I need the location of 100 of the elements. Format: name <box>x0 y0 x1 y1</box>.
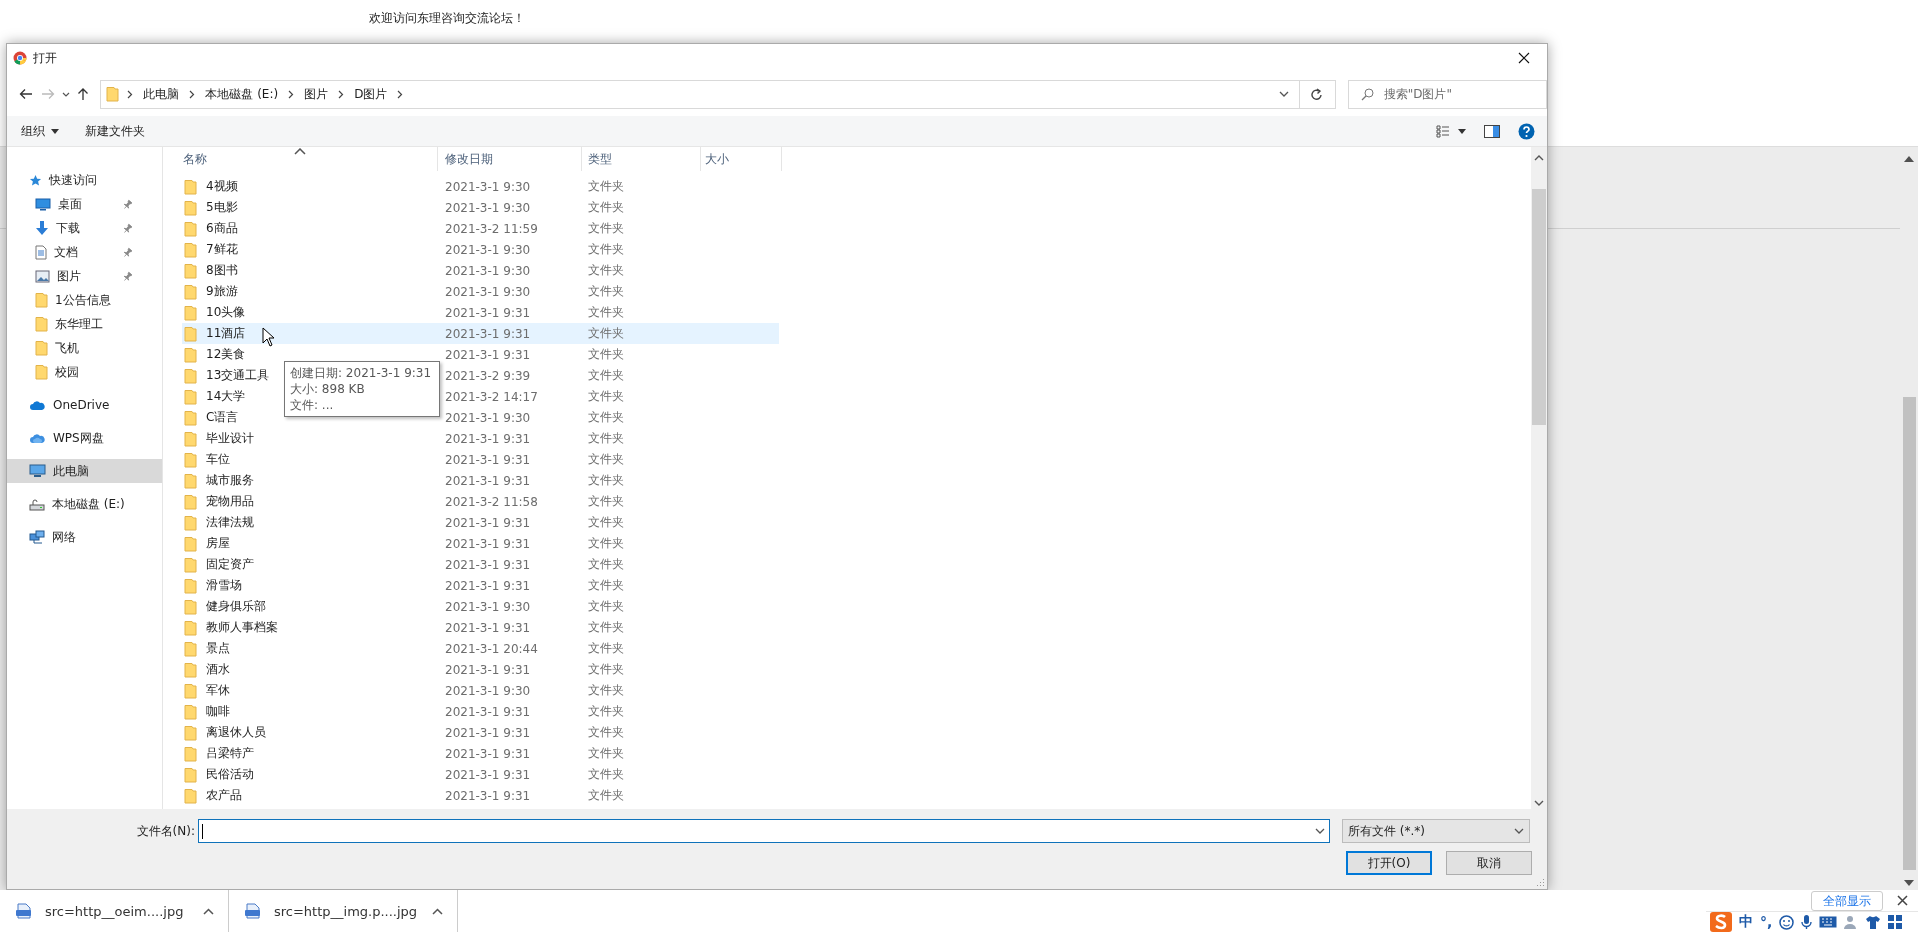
download-item[interactable]: src=http__img.p....jpg <box>229 890 458 932</box>
pin-icon <box>122 247 132 257</box>
modified-date: 2021-3-1 9:31 <box>444 746 532 761</box>
file-type: 文件夹 <box>587 472 625 489</box>
keyboard-icon[interactable] <box>1819 916 1838 928</box>
folder-icon <box>184 661 197 678</box>
column-header[interactable]: 修改日期 <box>438 147 582 171</box>
sidebar-item[interactable]: 东华理工 <box>7 312 162 336</box>
hovered-file-row[interactable]: 11酒店 2021-3-1 9:31 文件夹 <box>182 323 779 344</box>
help-button[interactable] <box>1518 122 1535 140</box>
modified-date: 2021-3-2 11:58 <box>444 494 539 509</box>
modified-date: 2021-3-1 9:30 <box>444 599 532 614</box>
caret-up-icon[interactable] <box>203 907 214 915</box>
sidebar-item[interactable]: 飞机 <box>7 336 162 360</box>
column-header[interactable]: 名称 <box>163 147 438 171</box>
toolbar-button[interactable]: 新建文件夹 <box>85 122 145 140</box>
preview-pane-button[interactable] <box>1484 124 1500 138</box>
folder-icon <box>184 640 197 657</box>
scrollbar-thumb[interactable] <box>1903 397 1916 870</box>
filename-field[interactable] <box>198 819 1330 843</box>
download-item[interactable]: src=http__oeim....jpg <box>0 890 229 932</box>
modified-date: 2021-3-1 9:31 <box>444 515 532 530</box>
shirt-icon[interactable] <box>1865 914 1882 930</box>
modified-date: 2021-3-1 9:31 <box>444 326 532 341</box>
chevron-icon <box>288 89 295 99</box>
sidebar-item[interactable]: 图片 <box>7 264 162 288</box>
scrollbar-thumb[interactable] <box>1532 189 1546 425</box>
sidebar-item[interactable]: 校园 <box>7 360 162 384</box>
sidebar-item[interactable]: 桌面 <box>7 192 162 216</box>
folder-icon <box>35 340 48 356</box>
document-icon <box>35 244 47 260</box>
ime-mode-toggle[interactable]: 中 <box>1739 913 1753 931</box>
sidebar-item[interactable]: 1公告信息 <box>7 288 162 312</box>
breadcrumb-item[interactable]: D图片 <box>352 85 390 103</box>
address-bar[interactable]: 此电脑 本地磁盘 (E:) 图片 D图片 <box>100 79 1300 109</box>
caret-up-icon[interactable] <box>432 907 443 915</box>
breadcrumb-item[interactable]: 图片 <box>302 85 331 103</box>
modified-date: 2021-3-1 9:31 <box>444 347 532 362</box>
sidebar-item[interactable]: 快速访问 <box>7 168 162 192</box>
file-name: 13交通工具 <box>206 367 270 384</box>
close-icon[interactable] <box>1897 895 1908 906</box>
chevron-icon <box>338 89 345 99</box>
sidebar-item[interactable]: 下载 <box>7 216 162 240</box>
view-options-button[interactable] <box>1436 124 1466 138</box>
resize-grip-icon[interactable] <box>1535 877 1545 887</box>
file-type: 文件夹 <box>587 493 625 510</box>
file-name: 11酒店 <box>206 325 246 342</box>
refresh-button[interactable] <box>1299 79 1336 109</box>
file-type: 文件夹 <box>587 262 625 279</box>
scroll-down-icon[interactable] <box>1904 880 1914 886</box>
show-all-button[interactable]: 全部显示 <box>1811 891 1883 911</box>
folder-icon <box>184 724 197 741</box>
scroll-up-icon[interactable] <box>1904 156 1914 162</box>
modified-date: 2021-3-2 14:17 <box>444 389 539 404</box>
file-type: 文件夹 <box>587 745 625 762</box>
chevron-down-icon <box>61 91 70 97</box>
file-name: 离退休人员 <box>206 724 266 741</box>
sidebar-item[interactable]: 本地磁盘 (E:) <box>7 492 162 516</box>
folder-icon <box>35 364 48 380</box>
file-name: 5电影 <box>206 199 238 216</box>
chevron-icon <box>397 89 404 99</box>
open-button[interactable]: 打开(O) <box>1346 851 1432 875</box>
scroll-up-icon[interactable] <box>1534 155 1544 161</box>
smiley-icon[interactable] <box>1779 914 1795 930</box>
column-header[interactable]: 类型 <box>582 147 701 171</box>
list-scrollbar[interactable] <box>1531 147 1547 809</box>
breadcrumb-item[interactable]: 此电脑 <box>141 85 182 103</box>
caret-icon <box>294 148 306 155</box>
ime-logo-icon[interactable] <box>1710 912 1732 932</box>
microphone-icon[interactable] <box>1801 914 1813 930</box>
folder-icon <box>184 241 197 258</box>
file-name: 9旅游 <box>206 283 238 300</box>
folder-icon <box>184 535 197 552</box>
modified-date: 2021-3-1 9:30 <box>444 179 532 194</box>
sidebar-item[interactable]: OneDrive <box>7 393 162 417</box>
toolbar-button[interactable]: 组织 <box>21 122 59 140</box>
sidebar-item[interactable]: WPS网盘 <box>7 426 162 450</box>
file-type-dropdown[interactable]: 所有文件 (*.*) <box>1342 819 1530 843</box>
cancel-button[interactable]: 取消 <box>1446 851 1532 875</box>
file-type: 文件夹 <box>587 430 625 447</box>
file-type: 文件夹 <box>587 703 625 720</box>
folder-icon <box>184 682 197 699</box>
file-type: 文件夹 <box>587 514 625 531</box>
browser-logo-icon <box>13 51 27 65</box>
sidebar-item[interactable]: 网络 <box>7 525 162 549</box>
file-type: 文件夹 <box>587 388 625 405</box>
caret-icon <box>1458 128 1466 134</box>
ime-mode-toggle[interactable]: °, <box>1760 914 1773 930</box>
folder-icon <box>184 262 197 279</box>
column-header[interactable]: 大小 <box>701 147 782 171</box>
preview-pane-icon <box>1484 124 1500 138</box>
sidebar-item[interactable]: 此电脑 <box>7 459 162 483</box>
grid-icon[interactable] <box>1888 915 1903 929</box>
breadcrumb-item[interactable]: 本地磁盘 (E:) <box>203 85 281 103</box>
scroll-down-icon[interactable] <box>1534 800 1544 806</box>
sidebar-item[interactable]: 文档 <box>7 240 162 264</box>
help-icon <box>1518 122 1535 140</box>
folder-icon <box>184 787 197 804</box>
search-field[interactable]: 搜索"D图片" <box>1347 79 1547 109</box>
modified-date: 2021-3-1 9:31 <box>444 536 532 551</box>
